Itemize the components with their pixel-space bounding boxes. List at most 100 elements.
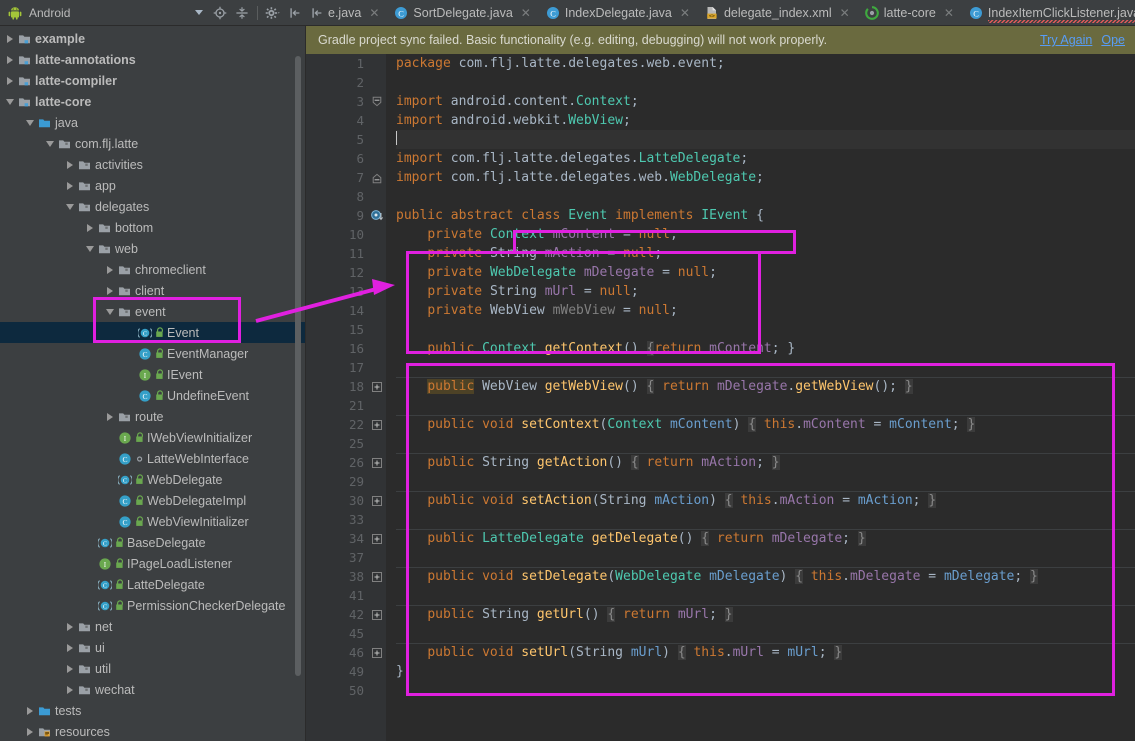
tree-node-latte-core[interactable]: latte-core — [0, 91, 305, 112]
tree-node-latte-annotations[interactable]: latte-annotations — [0, 49, 305, 70]
chevron-down-icon[interactable] — [4, 99, 16, 105]
project-tree[interactable]: example latte-annotations latte-compiler la… — [0, 26, 305, 741]
tree-node-ui[interactable]: ui — [0, 637, 305, 658]
chevron-right-icon[interactable] — [104, 413, 116, 421]
fold-region-end-icon[interactable] — [368, 168, 386, 187]
tree-node-util[interactable]: util — [0, 658, 305, 679]
tab-sortdelegate-java[interactable]: C SortDelegate.java ✕ — [386, 0, 538, 25]
open-link[interactable]: Ope — [1101, 33, 1125, 47]
tree-node-route[interactable]: route — [0, 406, 305, 427]
tree-node-lattedelegate[interactable]: C LatteDelegate — [0, 574, 305, 595]
tree-node-basedelegate[interactable]: C BaseDelegate — [0, 532, 305, 553]
tree-node-lattewebinterface[interactable]: C LatteWebInterface — [0, 448, 305, 469]
tree-node-app[interactable]: app — [0, 175, 305, 196]
chevron-down-icon[interactable] — [195, 10, 203, 15]
fold-expand-icon[interactable] — [368, 567, 386, 586]
fold-expand-icon[interactable] — [368, 605, 386, 624]
chevron-down-icon[interactable] — [64, 204, 76, 210]
chevron-right-icon[interactable] — [24, 707, 36, 715]
close-icon[interactable]: ✕ — [680, 7, 690, 19]
tree-node-undefineevent[interactable]: C UndefineEvent — [0, 385, 305, 406]
chevron-right-icon[interactable] — [64, 161, 76, 169]
code-text-area[interactable]: package com.flj.latte.delegates.web.even… — [386, 54, 1135, 741]
close-icon[interactable]: ✕ — [369, 7, 379, 19]
tree-node-ipageloadlistener[interactable]: I IPageLoadListener — [0, 553, 305, 574]
close-icon[interactable]: ✕ — [521, 7, 531, 19]
tree-node-client[interactable]: client — [0, 280, 305, 301]
locate-icon[interactable] — [210, 3, 230, 23]
tree-node-activities[interactable]: activities — [0, 154, 305, 175]
chevron-right-icon[interactable] — [84, 224, 96, 232]
tree-node-webviewinitializer[interactable]: C WebViewInitializer — [0, 511, 305, 532]
tree-node-delegates[interactable]: delegates — [0, 196, 305, 217]
tab-partial-java[interactable]: e.java ✕ — [328, 0, 387, 25]
try-again-link[interactable]: Try Again — [1040, 33, 1092, 47]
tree-node-web[interactable]: web — [0, 238, 305, 259]
tree-node-webdelegate[interactable]: C WebDelegate — [0, 469, 305, 490]
tree-node-resources[interactable]: resources — [0, 721, 305, 741]
fold-region-start-icon[interactable] — [368, 92, 386, 111]
close-icon[interactable]: ✕ — [944, 7, 954, 19]
chevron-right-icon[interactable] — [4, 56, 16, 64]
tree-node-permissioncheckerdelegate[interactable]: C PermissionCheckerDelegate — [0, 595, 305, 616]
editor-tab-bar[interactable]: e.java ✕ C SortDelegate.java ✕ C IndexDe… — [306, 0, 1135, 26]
tab-indexdelegate-java[interactable]: C IndexDelegate.java ✕ — [537, 0, 697, 25]
notification-links[interactable]: Try Again Ope — [1040, 33, 1125, 47]
tree-node-example[interactable]: example — [0, 28, 305, 49]
tree-node-chromeclient[interactable]: chromeclient — [0, 259, 305, 280]
code-editor[interactable]: 1 2 3 4 5 6 7 8 9 10 11 12 13 14 15 16 17 18 21 22 25 26 29 30 3… — [306, 54, 1135, 741]
fold-expand-icon[interactable] — [368, 491, 386, 510]
chevron-right-icon[interactable] — [64, 644, 76, 652]
gradle-sync-notification: Gradle project sync failed. Basic functi… — [306, 26, 1135, 54]
chevron-right-icon[interactable] — [64, 665, 76, 673]
fold-markers-column[interactable] — [368, 54, 386, 741]
tree-node-eventmanager[interactable]: C EventManager — [0, 343, 305, 364]
tree-node-net[interactable]: net — [0, 616, 305, 637]
sidebar-scrollbar-thumb[interactable] — [295, 56, 301, 676]
tree-node-ievent[interactable]: I IEvent — [0, 364, 305, 385]
chevron-right-icon[interactable] — [4, 77, 16, 85]
tab-latte-core-gradle[interactable]: latte-core ✕ — [856, 0, 961, 25]
tree-node-event[interactable]: event — [0, 301, 305, 322]
chevron-down-icon[interactable] — [44, 141, 56, 147]
fold-expand-icon[interactable] — [368, 415, 386, 434]
line-number: 22 — [348, 417, 364, 432]
tree-node-com-flj-latte[interactable]: com.flj.latte — [0, 133, 305, 154]
tree-node-wechat[interactable]: wechat — [0, 679, 305, 700]
project-view-selector-label[interactable]: Android — [29, 6, 70, 20]
gear-icon[interactable] — [263, 3, 283, 23]
implementation-marker-icon[interactable] — [368, 206, 386, 225]
project-tree-panel[interactable]: example latte-annotations latte-compiler la… — [0, 26, 306, 741]
tab-indexitemclicklistener-java[interactable]: C IndexItemClickListener.java — [960, 0, 1135, 25]
sidebar-scrollbar-track[interactable] — [295, 26, 303, 741]
tree-node-webdelegateimpl[interactable]: C WebDelegateImpl — [0, 490, 305, 511]
close-icon[interactable]: ✕ — [840, 7, 850, 19]
tab-label: latte-core — [883, 5, 936, 20]
hide-panel-icon[interactable] — [285, 3, 305, 23]
chevron-right-icon[interactable] — [104, 287, 116, 295]
chevron-right-icon[interactable] — [24, 728, 36, 736]
fold-expand-icon[interactable] — [368, 529, 386, 548]
fold-expand-icon[interactable] — [368, 377, 386, 396]
tree-node-tests[interactable]: tests — [0, 700, 305, 721]
split-tabs-icon[interactable] — [306, 0, 328, 25]
tree-node-bottom[interactable]: bottom — [0, 217, 305, 238]
tree-node-latte-compiler[interactable]: latte-compiler — [0, 70, 305, 91]
tree-node-iwebviewinitializer[interactable]: I IWebViewInitializer — [0, 427, 305, 448]
chevron-down-icon[interactable] — [104, 309, 116, 315]
chevron-right-icon[interactable] — [4, 35, 16, 43]
chevron-down-icon[interactable] — [84, 246, 96, 252]
tree-node-java[interactable]: java — [0, 112, 305, 133]
chevron-right-icon[interactable] — [64, 623, 76, 631]
fold-expand-icon[interactable] — [368, 453, 386, 472]
chevron-right-icon[interactable] — [64, 686, 76, 694]
collapse-all-icon[interactable] — [232, 3, 252, 23]
tree-node-event[interactable]: C Event — [0, 322, 305, 343]
fold-expand-icon[interactable] — [368, 643, 386, 662]
chevron-down-icon[interactable] — [24, 120, 36, 126]
tree-node-label: net — [95, 619, 113, 634]
tab-delegate-index-xml[interactable]: <> delegate_index.xml ✕ — [696, 0, 857, 25]
chevron-right-icon[interactable] — [64, 182, 76, 190]
chevron-right-icon[interactable] — [104, 266, 116, 274]
line-number-gutter[interactable]: 1 2 3 4 5 6 7 8 9 10 11 12 13 14 15 16 17 18 21 22 25 26 29 30 3… — [306, 54, 368, 741]
